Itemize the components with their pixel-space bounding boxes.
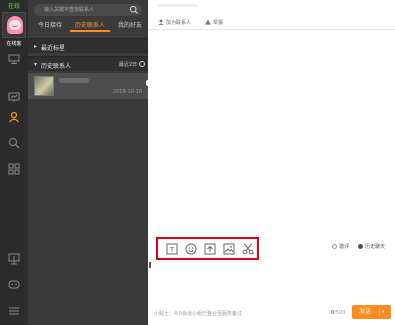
monitor-icon[interactable] bbox=[4, 50, 24, 68]
tab-friends[interactable]: 我的好友 bbox=[112, 19, 148, 32]
add-contact-button[interactable]: 加为联系人 bbox=[158, 19, 191, 27]
contact-panel: 输入关键字查找联系人 今日接待 历史联系人 我的好友 ▸ 最近标星 ▾ 历史联系… bbox=[28, 0, 150, 325]
evaluate-radio[interactable]: 邀评 bbox=[332, 243, 349, 250]
contact-avatar bbox=[34, 76, 54, 96]
contact-tabs: 今日接待 历史联系人 我的好友 bbox=[28, 19, 148, 32]
send-options-icon[interactable]: ▾ bbox=[382, 308, 385, 316]
tab-today[interactable]: 今日接待 bbox=[32, 19, 68, 32]
search-person-icon[interactable] bbox=[4, 134, 24, 152]
caret-right-icon: ▸ bbox=[34, 43, 38, 50]
filter-dropdown[interactable]: 最近2日 bbox=[119, 61, 137, 68]
history-label: 历史聊天 bbox=[365, 244, 386, 250]
send-button[interactable]: 发送 ▾ bbox=[352, 305, 391, 319]
person-icon bbox=[158, 19, 164, 25]
warning-icon bbox=[205, 19, 211, 25]
evaluate-label: 邀评 bbox=[339, 244, 350, 250]
caret-down-icon: ▾ bbox=[34, 61, 38, 68]
monitor-icon[interactable] bbox=[4, 88, 24, 106]
highlighted-toolbar: T ▾ bbox=[156, 237, 259, 260]
image-icon[interactable] bbox=[223, 243, 237, 255]
chat-header: 加为联系人 举报 bbox=[148, 0, 395, 30]
report-label: 举报 bbox=[213, 20, 224, 26]
file-upload-icon[interactable] bbox=[204, 243, 218, 255]
search-icon[interactable] bbox=[129, 5, 139, 15]
left-rail: 在线 在线客 bbox=[0, 0, 28, 325]
chat-area: 加为联系人 举报 T ▾ 邀评 历史聊天 小贴士：4.0会话小组已整合至服务备注… bbox=[148, 0, 395, 325]
radio-checked-icon bbox=[358, 244, 363, 249]
send-divider bbox=[379, 307, 380, 317]
section-label: 历史联系人 bbox=[41, 63, 72, 70]
report-button[interactable]: 举报 bbox=[205, 19, 223, 27]
section-label: 最近标星 bbox=[41, 45, 66, 52]
tip-text: 小贴士：4.0会话小组已整合至服务备注 bbox=[154, 311, 242, 317]
add-contact-label: 加为联系人 bbox=[166, 20, 192, 26]
contact-name-redacted bbox=[59, 78, 89, 83]
tab-history[interactable]: 历史联系人 bbox=[70, 19, 110, 32]
chat-bubble-icon[interactable] bbox=[4, 276, 24, 294]
chat-title-redacted bbox=[158, 4, 198, 7]
screenshot-dropdown-icon[interactable]: ▾ bbox=[252, 251, 254, 256]
nickname: 在线客 bbox=[6, 41, 22, 47]
message-area bbox=[148, 31, 395, 236]
section-starred[interactable]: ▸ 最近标星 bbox=[28, 38, 148, 53]
char-max: /500 bbox=[334, 310, 346, 316]
filter-dropdown-icon[interactable] bbox=[139, 61, 145, 67]
avatar[interactable] bbox=[2, 12, 26, 38]
contact-date: 2018-10-18 bbox=[112, 89, 142, 95]
send-label: 发送 bbox=[359, 308, 372, 315]
avatar-image bbox=[7, 16, 23, 34]
menu-icon[interactable] bbox=[4, 302, 24, 320]
emoji-icon[interactable] bbox=[185, 243, 199, 255]
svg-text:T: T bbox=[169, 246, 175, 254]
list-item[interactable]: 2018-10-18 bbox=[28, 73, 148, 99]
online-status[interactable]: 在线 bbox=[2, 2, 26, 11]
radio-icon bbox=[332, 244, 337, 249]
message-input[interactable] bbox=[148, 266, 395, 302]
screen-share-icon[interactable] bbox=[4, 250, 24, 268]
apps-icon[interactable] bbox=[4, 160, 24, 178]
section-history[interactable]: ▾ 历史联系人 最近2日 bbox=[28, 56, 148, 71]
font-icon[interactable]: T bbox=[166, 243, 180, 255]
search-placeholder: 输入关键字查找联系人 bbox=[44, 7, 95, 13]
char-counter: 0/500 bbox=[331, 310, 345, 316]
history-radio[interactable]: 历史聊天 bbox=[358, 243, 385, 250]
search-input[interactable]: 输入关键字查找联系人 bbox=[34, 4, 142, 16]
contacts-icon[interactable] bbox=[4, 108, 24, 126]
